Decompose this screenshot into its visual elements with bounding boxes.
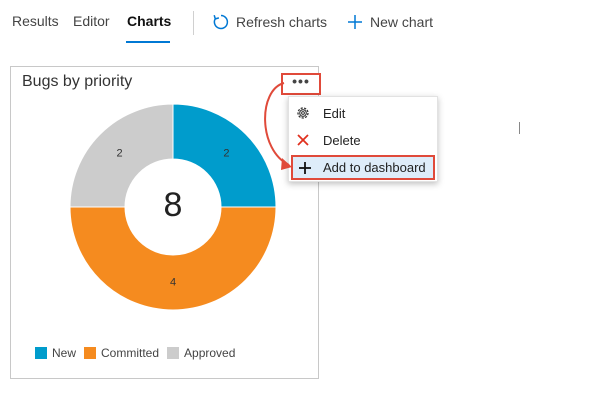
legend-swatch-approved bbox=[167, 347, 180, 359]
refresh-charts-button[interactable]: Refresh charts bbox=[212, 11, 327, 33]
tab-editor[interactable]: Editor bbox=[73, 13, 110, 29]
close-icon bbox=[295, 132, 311, 148]
active-tab-indicator bbox=[126, 41, 170, 43]
gear-icon bbox=[295, 105, 311, 121]
legend-swatch-new bbox=[35, 347, 47, 359]
legend-label-new: New bbox=[52, 346, 77, 360]
menu-item-edit[interactable]: Edit bbox=[289, 100, 437, 126]
menu-item-edit-label: Edit bbox=[323, 105, 346, 121]
tab-results[interactable]: Results bbox=[12, 13, 59, 29]
legend-item-committed: Committed bbox=[84, 346, 159, 360]
menu-item-add-to-dashboard[interactable]: Add to dashboard bbox=[291, 155, 435, 180]
menu-item-delete-label: Delete bbox=[323, 132, 361, 148]
menu-item-delete[interactable]: Delete bbox=[289, 127, 437, 153]
donut-value-label-new: 2 bbox=[223, 148, 229, 160]
legend-swatch-committed bbox=[84, 347, 97, 359]
legend-item-approved: Approved bbox=[167, 346, 235, 360]
donut-chart: 8 2 4 2 bbox=[69, 103, 277, 311]
toolbar-divider bbox=[193, 11, 194, 35]
more-actions-button[interactable]: ••• bbox=[281, 73, 321, 95]
text-cursor bbox=[519, 122, 520, 134]
top-toolbar: Results Editor Charts Refresh charts New… bbox=[0, 0, 601, 44]
refresh-charts-label: Refresh charts bbox=[236, 14, 328, 30]
plus-icon bbox=[346, 13, 364, 31]
legend-item-new: New bbox=[35, 346, 76, 360]
tab-charts[interactable]: Charts bbox=[127, 13, 171, 29]
menu-item-add-label: Add to dashboard bbox=[323, 160, 426, 175]
new-chart-label: New chart bbox=[370, 14, 434, 30]
total-count-label: 8 bbox=[164, 186, 183, 224]
context-menu: Edit Delete Add to dashboard bbox=[288, 96, 438, 182]
legend-label-approved: Approved bbox=[184, 346, 236, 360]
chart-card: Bugs by priority 8 242 New Committed App… bbox=[10, 66, 319, 379]
donut-value-label-approved: 2 bbox=[117, 148, 123, 160]
more-actions-icon: ••• bbox=[292, 73, 310, 89]
refresh-icon bbox=[212, 13, 230, 31]
legend-label-committed: Committed bbox=[101, 346, 160, 360]
donut-value-label-committed: 4 bbox=[170, 276, 176, 288]
plus-icon bbox=[297, 160, 313, 176]
new-chart-button[interactable]: New chart bbox=[346, 11, 433, 33]
chart-legend: New Committed Approved bbox=[35, 346, 243, 360]
